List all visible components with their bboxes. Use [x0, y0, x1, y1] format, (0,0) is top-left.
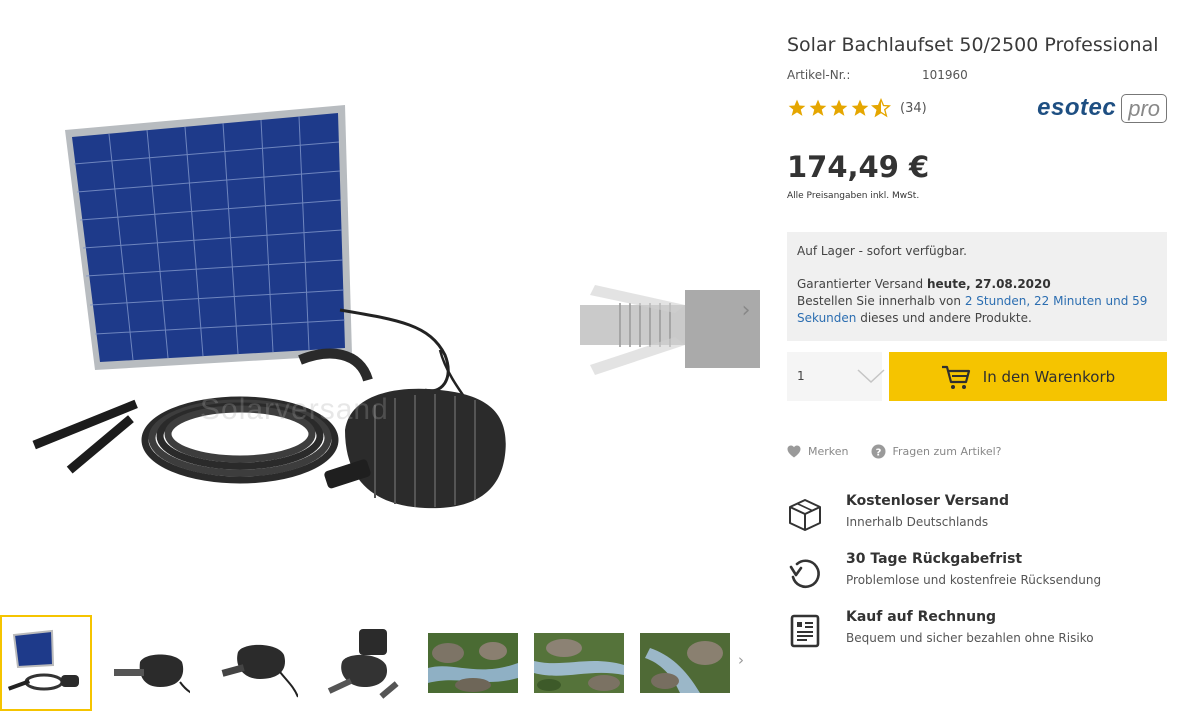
shipping-line: Garantierter Versand heute, 27.08.2020: [797, 276, 1157, 293]
next-image-preview[interactable]: [575, 245, 760, 415]
brand-name: esotec: [1037, 94, 1117, 121]
shipping-date: heute, 27.08.2020: [926, 277, 1051, 291]
thumbnail-next-arrow[interactable]: ›: [738, 651, 744, 669]
order-suffix: dieses und andere Produkte.: [856, 311, 1032, 325]
svg-text:?: ?: [875, 447, 881, 458]
order-line: Bestellen Sie innerhalb von 2 Stunden, 2…: [797, 293, 1157, 310]
thumbnail-strip: [0, 615, 760, 711]
question-label: Fragen zum Artikel?: [892, 444, 1002, 458]
sku-label: Artikel-Nr.:: [787, 68, 851, 82]
stock-info-box: Auf Lager - sofort verfügbar. Garantiert…: [787, 232, 1167, 341]
sku-value: 101960: [922, 68, 968, 82]
question-link[interactable]: ? Fragen zum Artikel?: [871, 444, 1002, 459]
countdown-link[interactable]: 2 Stunden, 22 Minuten und 59: [965, 294, 1148, 308]
heart-icon: [787, 445, 801, 457]
feature-title: 30 Tage Rückgabefrist: [846, 551, 1023, 567]
countdown-link-2[interactable]: Sekunden: [797, 311, 856, 325]
product-info-panel: Solar Bachlaufset 50/2500 Professional A…: [787, 0, 1167, 719]
return-icon: [789, 559, 820, 589]
rating-stars[interactable]: (34): [787, 96, 927, 120]
add-to-cart-label: In den Warenkorb: [982, 367, 1116, 386]
feature-invoice-payment: Kauf auf Rechnung Bequem und sicher beza…: [787, 609, 1167, 653]
product-title: Solar Bachlaufset 50/2500 Professional: [787, 34, 1159, 56]
feature-free-shipping: Kostenloser Versand Innerhalb Deutschlan…: [787, 493, 1167, 537]
feature-subtitle: Problemlose und kostenfreie Rücksendung: [846, 573, 1102, 587]
brand-logo[interactable]: esotec pro: [1037, 92, 1167, 124]
product-actions: Merken ? Fragen zum Artikel?: [787, 441, 1024, 461]
price-note: Alle Preisangaben inkl. MwSt.: [787, 191, 920, 201]
thumbnail-pump-parts[interactable]: [318, 615, 410, 711]
thumbnail-solar-set[interactable]: [0, 615, 92, 711]
wishlist-label: Merken: [808, 444, 849, 458]
star-full-icon: [830, 99, 848, 116]
thumbnail-garden-stream-3[interactable]: [636, 615, 730, 711]
feature-title: Kauf auf Rechnung: [846, 609, 997, 625]
order-prefix: Bestellen Sie innerhalb von: [797, 294, 965, 308]
star-full-icon: [788, 99, 806, 116]
chevron-down-icon: [857, 369, 885, 384]
feature-subtitle: Bequem und sicher bezahlen ohne Risiko: [846, 631, 1094, 645]
question-icon: ?: [871, 444, 885, 458]
thumbnail-pump-cable[interactable]: [212, 615, 304, 711]
order-line-2: Sekunden dieses und andere Produkte.: [797, 310, 1157, 327]
thumbnail-garden-stream-1[interactable]: [424, 615, 518, 711]
review-count: (34): [900, 100, 927, 116]
invoice-icon: [790, 614, 820, 648]
feature-title: Kostenloser Versand: [846, 493, 1009, 509]
brand-pro-badge: pro: [1121, 93, 1167, 123]
image-watermark: Solarversand: [200, 393, 389, 426]
quantity-value: 1: [797, 369, 805, 383]
feature-return-policy: 30 Tage Rückgabefrist Problemlose und ko…: [787, 551, 1167, 595]
product-main-image[interactable]: [0, 60, 560, 520]
star-half-icon: [871, 98, 891, 118]
thumbnail-garden-stream-2[interactable]: [530, 615, 624, 711]
product-gallery: Solarversand › ›: [0, 0, 760, 719]
cart-icon: [941, 365, 970, 389]
star-full-icon: [809, 99, 827, 116]
availability-text: Auf Lager - sofort verfügbar.: [797, 244, 967, 258]
feature-subtitle: Innerhalb Deutschlands: [846, 515, 989, 529]
add-to-cart-button[interactable]: In den Warenkorb: [889, 352, 1167, 401]
thumbnail-pump-side[interactable]: [104, 615, 196, 711]
product-price: 174,49 €: [787, 150, 930, 184]
quantity-select[interactable]: 1: [787, 352, 885, 401]
box-icon: [789, 499, 821, 531]
gallery-next-arrow[interactable]: ›: [734, 292, 758, 330]
shipping-prefix: Garantierter Versand: [797, 277, 927, 291]
wishlist-link[interactable]: Merken: [787, 445, 849, 458]
star-full-icon: [851, 99, 869, 116]
